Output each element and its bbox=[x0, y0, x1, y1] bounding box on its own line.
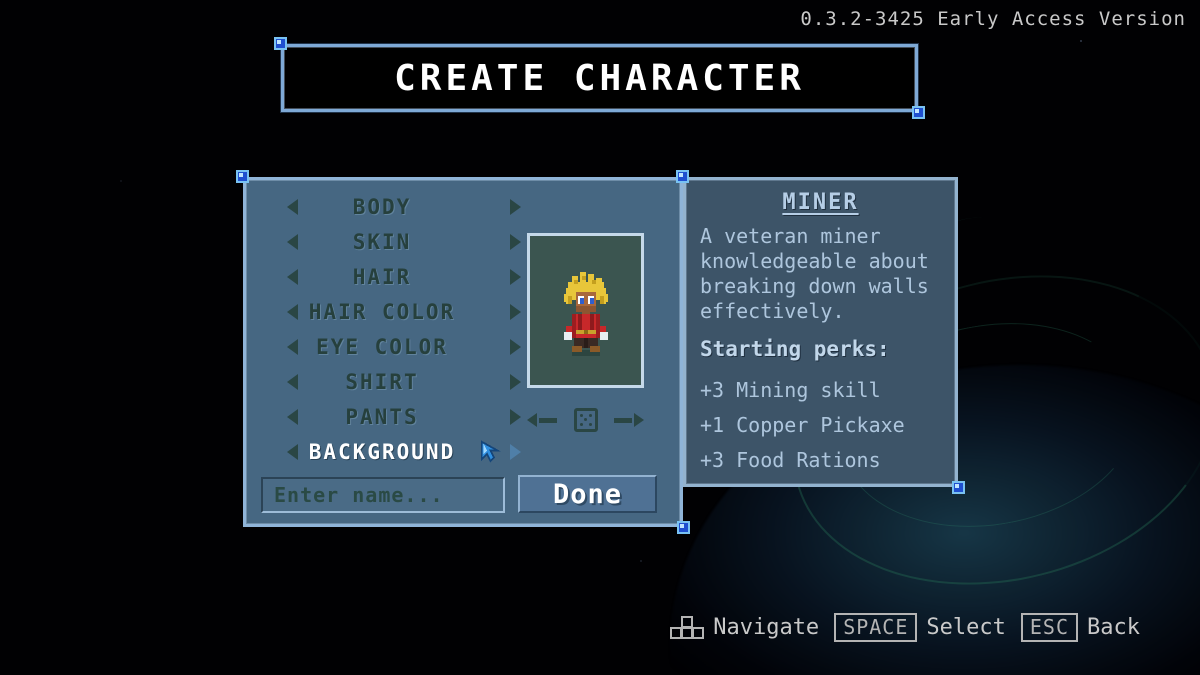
dpad-icon bbox=[670, 615, 705, 640]
perk-item: +1 Copper Pickaxe bbox=[700, 413, 905, 437]
option-row-eye-color[interactable]: EYE COLOR bbox=[257, 329, 521, 364]
perks-list: +3 Mining skill +1 Copper Pickaxe +3 Food … bbox=[700, 373, 948, 478]
control-hint: Navigate bbox=[670, 615, 819, 640]
arrow-left-icon[interactable] bbox=[287, 268, 298, 285]
class-description: A veteran miner knowledgeable about brea… bbox=[700, 224, 929, 323]
arrow-right-icon[interactable] bbox=[510, 198, 521, 215]
bolt-icon bbox=[677, 521, 690, 534]
option-list: BODY SKIN HAIR HAIR COLOR EYE COLOR SHIRT PANT… bbox=[257, 189, 521, 469]
option-row-hair[interactable]: HAIR bbox=[257, 259, 521, 294]
arrow-right-icon[interactable] bbox=[510, 233, 521, 250]
preview-randomize-row bbox=[527, 405, 644, 435]
control-hint: ESC Back bbox=[1020, 613, 1140, 642]
arrow-left-icon[interactable] bbox=[287, 408, 298, 425]
title-panel: CREATE CHARACTER bbox=[274, 37, 925, 119]
arrow-left-icon[interactable] bbox=[287, 303, 298, 320]
done-button[interactable]: Done bbox=[518, 475, 657, 513]
perk-item: +3 Mining skill bbox=[700, 378, 881, 402]
character-sprite bbox=[563, 271, 608, 356]
arrow-right-icon[interactable] bbox=[510, 338, 521, 355]
arrow-left-icon[interactable] bbox=[287, 198, 298, 215]
option-row-pants[interactable]: PANTS bbox=[257, 399, 521, 434]
bolt-icon bbox=[912, 106, 925, 119]
perks-heading: Starting perks: bbox=[700, 337, 890, 361]
star bbox=[1080, 40, 1082, 42]
perk-item: +3 Food Rations bbox=[700, 448, 881, 472]
arrow-right-icon[interactable] bbox=[510, 268, 521, 285]
arrow-left-icon[interactable] bbox=[287, 338, 298, 355]
class-info-panel: MINER A veteran miner knowledgeable abou… bbox=[676, 170, 965, 494]
class-name: MINER bbox=[782, 190, 859, 215]
arrow-right-icon[interactable] bbox=[510, 303, 521, 320]
option-label: BACKGROUND bbox=[308, 439, 456, 464]
option-row-shirt[interactable]: SHIRT bbox=[257, 364, 521, 399]
arrow-right-icon[interactable] bbox=[614, 409, 644, 431]
arrow-right-icon[interactable] bbox=[510, 408, 521, 425]
page-title: CREATE CHARACTER bbox=[394, 57, 805, 99]
done-button-label: Done bbox=[552, 478, 623, 510]
keycap-esc: ESC bbox=[1020, 613, 1079, 642]
control-hints-bar: Navigate SPACE Select ESC Back bbox=[670, 613, 1140, 642]
arrow-left-icon[interactable] bbox=[287, 373, 298, 390]
arrow-left-icon[interactable] bbox=[287, 233, 298, 250]
option-row-body[interactable]: BODY bbox=[257, 189, 521, 224]
control-hint-label: Back bbox=[1087, 615, 1140, 640]
option-label: SHIRT bbox=[345, 369, 419, 394]
control-hint-label: Navigate bbox=[713, 615, 820, 640]
control-hint: SPACE Select bbox=[834, 613, 1006, 642]
bolt-icon bbox=[952, 481, 965, 494]
option-row-skin[interactable]: SKIN bbox=[257, 224, 521, 259]
version-label: 0.3.2-3425 Early Access Version bbox=[800, 8, 1186, 30]
keycap-space: SPACE bbox=[834, 613, 918, 642]
option-row-background[interactable]: BACKGROUND bbox=[257, 434, 521, 469]
option-label: EYE COLOR bbox=[316, 334, 448, 359]
control-hint-label: Select bbox=[926, 615, 1006, 640]
arrow-right-icon[interactable] bbox=[510, 443, 521, 460]
option-row-hair-color[interactable]: HAIR COLOR bbox=[257, 294, 521, 329]
option-label: HAIR COLOR bbox=[308, 299, 456, 324]
character-name-placeholder: Enter name... bbox=[274, 483, 444, 507]
character-creator-panel: BODY SKIN HAIR HAIR COLOR EYE COLOR SHIRT PANT… bbox=[236, 170, 690, 534]
character-name-input[interactable]: Enter name... bbox=[261, 477, 505, 513]
arrow-right-icon[interactable] bbox=[510, 373, 521, 390]
dice-randomize-icon[interactable] bbox=[573, 408, 598, 432]
character-preview-box bbox=[527, 233, 644, 388]
bolt-icon bbox=[274, 37, 287, 50]
arrow-left-icon[interactable] bbox=[287, 443, 298, 460]
bolt-icon bbox=[676, 170, 689, 183]
option-label: PANTS bbox=[345, 404, 419, 429]
game-screen: 0.3.2-3425 Early Access Version CREATE C… bbox=[0, 0, 1200, 675]
star bbox=[640, 560, 642, 562]
arrow-left-icon[interactable] bbox=[527, 409, 557, 431]
option-label: SKIN bbox=[352, 229, 412, 254]
option-label: BODY bbox=[352, 194, 412, 219]
option-label: HAIR bbox=[352, 264, 412, 289]
star bbox=[120, 180, 122, 182]
bolt-icon bbox=[236, 170, 249, 183]
